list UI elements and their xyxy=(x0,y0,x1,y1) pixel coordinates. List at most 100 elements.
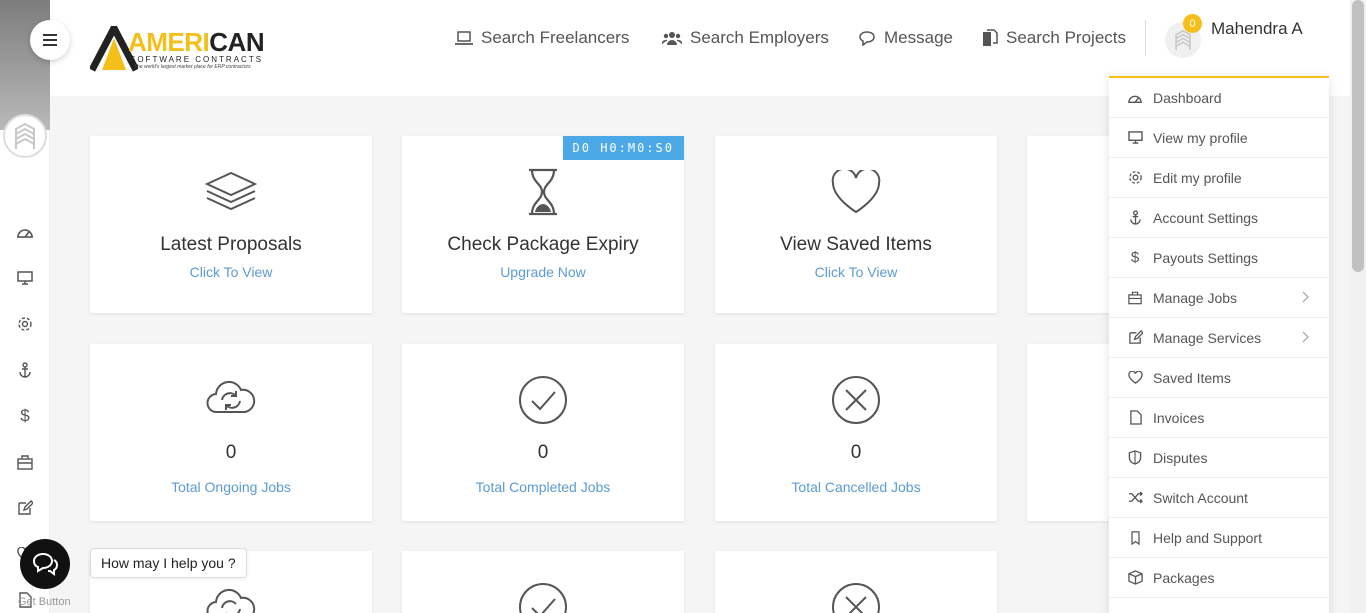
anchor-icon[interactable] xyxy=(14,359,36,381)
card-link[interactable]: Click To View xyxy=(715,264,997,280)
menu-item-switch-account[interactable]: Switch Account xyxy=(1109,478,1329,518)
briefcase-icon xyxy=(1128,291,1142,304)
menu-item-packages[interactable]: Packages xyxy=(1109,558,1329,598)
card-title: View Saved Items xyxy=(780,234,932,255)
nav-search-employers[interactable]: Search Employers xyxy=(662,28,829,48)
hamburger-icon xyxy=(43,34,57,46)
edit-icon[interactable] xyxy=(14,497,36,519)
stat-completed-jobs[interactable]: 0 Total Completed Jobs xyxy=(402,344,684,521)
monitor-icon[interactable] xyxy=(14,267,36,289)
card-saved-items[interactable]: View Saved Items Click To View xyxy=(715,136,997,313)
stat-value: 0 xyxy=(537,442,549,463)
menu-item-help-support[interactable]: Help and Support xyxy=(1109,518,1329,558)
package-timer: D0 H0:M0:S0 xyxy=(562,136,684,160)
chat-bubbles-icon xyxy=(32,552,59,576)
monitor-icon xyxy=(1127,131,1143,144)
stat-link[interactable]: Total Completed Jobs xyxy=(402,479,684,495)
brand-name-part2: CAN xyxy=(209,27,265,57)
menu-label: Payouts Settings xyxy=(1153,249,1259,266)
menu-label: View my profile xyxy=(1153,129,1248,146)
brand-name-part1: AMERI xyxy=(128,27,210,57)
chevron-right-icon xyxy=(1302,291,1309,303)
gear-icon[interactable] xyxy=(14,313,36,335)
card-title: Latest Proposals xyxy=(160,234,302,255)
chevron-right-icon xyxy=(1302,331,1309,343)
nav-message[interactable]: Message xyxy=(858,28,953,48)
card-latest-proposals[interactable]: Latest Proposals Click To View xyxy=(90,136,372,313)
edit-icon xyxy=(1128,330,1143,344)
menu-label: Saved Items xyxy=(1153,369,1231,386)
rail-header xyxy=(0,0,50,130)
stat-value: 0 xyxy=(850,442,862,463)
cloud-sync-icon xyxy=(206,380,256,414)
menu-label: Disputes xyxy=(1153,449,1208,466)
menu-item-saved-items[interactable]: Saved Items xyxy=(1109,358,1329,398)
brand-logo[interactable]: AMERICAN SOFTWARE CONTRACTS The world's … xyxy=(90,26,265,72)
card-link[interactable]: Click To View xyxy=(90,264,372,280)
card-row3[interactable] xyxy=(402,551,684,613)
dollar-icon: $ xyxy=(1130,249,1140,266)
check-circle-icon xyxy=(519,583,567,613)
stat-link[interactable]: Total Cancelled Jobs xyxy=(715,479,997,495)
check-circle-icon xyxy=(519,376,567,424)
file-icon xyxy=(1129,410,1142,425)
chat-button[interactable] xyxy=(20,539,70,589)
stat-ongoing-jobs[interactable]: 0 Total Ongoing Jobs xyxy=(90,344,372,521)
nav-search-projects[interactable]: Search Projects xyxy=(982,28,1126,48)
anchor-icon xyxy=(1129,210,1141,225)
nav-label: Message xyxy=(884,28,953,47)
menu-label: Manage Jobs xyxy=(1153,289,1238,306)
bookmark-icon xyxy=(1130,530,1140,545)
dollar-icon[interactable]: $ xyxy=(14,405,36,427)
menu-label: Help and Support xyxy=(1153,529,1262,546)
chat-icon xyxy=(859,31,875,46)
nav-label: Search Projects xyxy=(1006,28,1126,47)
scrollbar-thumb[interactable] xyxy=(1352,0,1364,272)
menu-item-invoices[interactable]: Invoices xyxy=(1109,398,1329,438)
rail-avatar[interactable] xyxy=(3,114,47,158)
user-dropdown-menu: Dashboard View my profile Edit my profil… xyxy=(1109,76,1329,613)
menu-item-manage-jobs[interactable]: Manage Jobs xyxy=(1109,278,1329,318)
menu-item-disputes[interactable]: Disputes xyxy=(1109,438,1329,478)
menu-label: Manage Services xyxy=(1153,329,1262,346)
card-row3[interactable] xyxy=(715,551,997,613)
gauge-icon xyxy=(1128,95,1142,103)
menu-item-account-settings[interactable]: Account Settings xyxy=(1109,198,1329,238)
menu-label: Switch Account xyxy=(1153,489,1248,506)
notification-badge[interactable]: 0 xyxy=(1183,14,1202,33)
nav-search-freelancers[interactable]: Search Freelancers xyxy=(455,28,629,48)
heart-icon xyxy=(1127,371,1143,384)
menu-toggle-button[interactable] xyxy=(30,20,70,60)
stat-value: 0 xyxy=(225,442,237,463)
menu-item-edit-profile[interactable]: Edit my profile xyxy=(1109,158,1329,198)
menu-item-manage-services[interactable]: Manage Services xyxy=(1109,318,1329,358)
users-icon xyxy=(662,32,682,45)
user-name[interactable]: Mahendra A xyxy=(1211,19,1303,39)
nav-divider xyxy=(1145,20,1146,56)
laptop-icon xyxy=(455,31,473,45)
cloud-sync-icon xyxy=(206,588,256,613)
brand-tagline: The world's largest market place for ERP… xyxy=(134,64,251,70)
box-icon xyxy=(1127,570,1143,585)
menu-item-dashboard[interactable]: Dashboard xyxy=(1109,78,1329,118)
chat-prompt[interactable]: How may I help you ? xyxy=(90,548,247,578)
gauge-icon[interactable] xyxy=(14,221,36,243)
documents-icon xyxy=(983,29,998,46)
stat-link[interactable]: Total Ongoing Jobs xyxy=(90,479,372,495)
nav-label: Search Freelancers xyxy=(481,28,630,47)
menu-label: Dashboard xyxy=(1153,89,1222,106)
menu-item-view-profile[interactable]: View my profile xyxy=(1109,118,1329,158)
heart-icon xyxy=(831,170,881,214)
briefcase-icon[interactable] xyxy=(14,451,36,473)
stat-cancelled-jobs[interactable]: 0 Total Cancelled Jobs xyxy=(715,344,997,521)
left-rail: $ xyxy=(0,0,50,613)
x-circle-icon xyxy=(832,376,880,424)
menu-label: Account Settings xyxy=(1153,209,1259,226)
chat-label: Get Button xyxy=(18,596,71,608)
x-circle-icon xyxy=(832,583,880,613)
menu-item-payouts-settings[interactable]: $ Payouts Settings xyxy=(1109,238,1329,278)
brand-subtitle: SOFTWARE CONTRACTS xyxy=(130,55,264,64)
card-package-expiry[interactable]: D0 H0:M0:S0 Check Package Expiry Upgrade… xyxy=(402,136,684,313)
card-link[interactable]: Upgrade Now xyxy=(402,264,684,280)
menu-label: Edit my profile xyxy=(1153,169,1242,186)
